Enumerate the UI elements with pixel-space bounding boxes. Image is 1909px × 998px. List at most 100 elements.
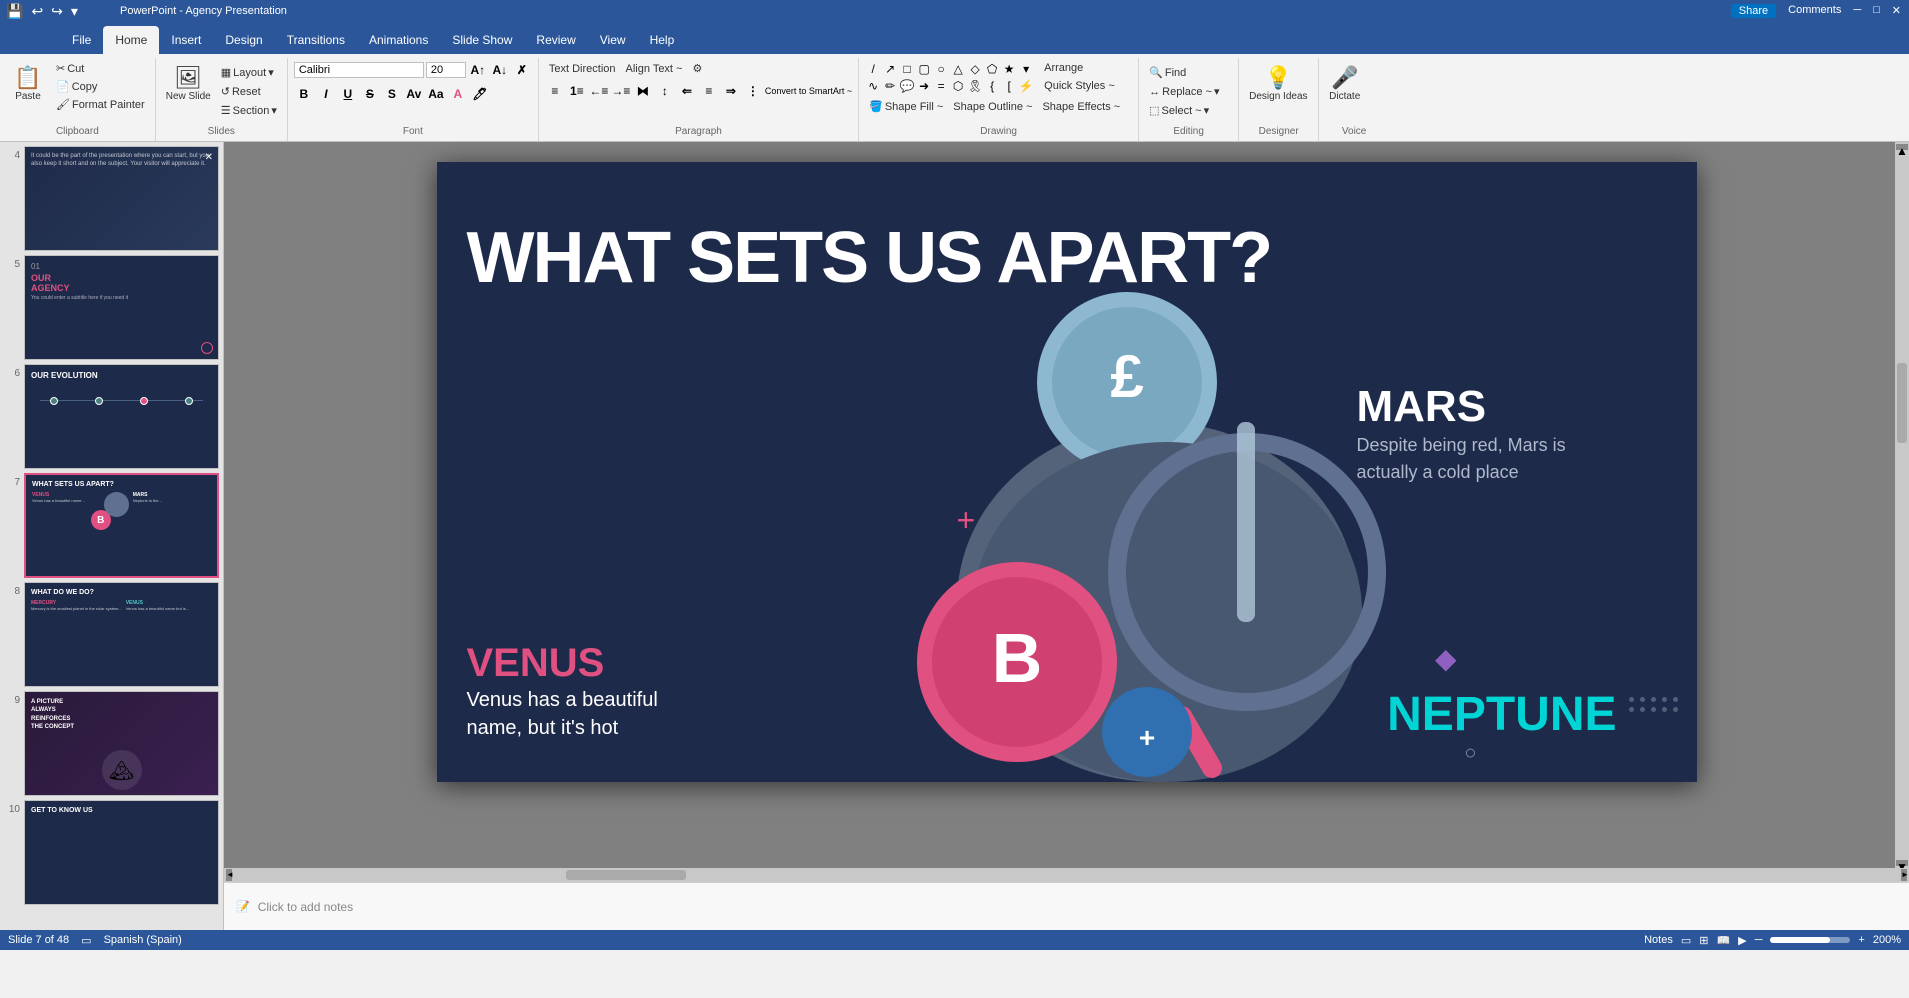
tab-help[interactable]: Help [638, 26, 687, 54]
shape-curve[interactable]: ∿ [865, 78, 881, 94]
decrease-font-button[interactable]: A↓ [490, 60, 510, 80]
scroll-thumb[interactable] [1897, 363, 1907, 443]
change-case-button[interactable]: Aa [426, 84, 446, 104]
convert-smartart-label[interactable]: Convert to SmartArt ~ [765, 86, 852, 96]
align-text-button[interactable]: Align Text ~ [622, 61, 687, 77]
scroll-track[interactable] [1896, 150, 1908, 860]
tab-insert[interactable]: Insert [159, 26, 213, 54]
reading-view-button[interactable]: 📖 [1716, 934, 1730, 947]
zoom-in-button[interactable]: + [1858, 934, 1864, 946]
hscroll-thumb[interactable] [566, 870, 686, 880]
slide-thumb-10[interactable]: 10 GET TO KNOW US [4, 800, 219, 905]
maximize-button[interactable]: □ [1873, 4, 1880, 18]
highlight-button[interactable]: 🖊 [470, 84, 490, 104]
shape-action[interactable]: ⚡ [1018, 78, 1034, 94]
scroll-right-arrow[interactable]: ► [1901, 869, 1907, 881]
shape-effects-button[interactable]: Shape Effects ~ [1038, 99, 1124, 115]
align-center-button[interactable]: ≡ [699, 81, 719, 101]
slide-thumb-7[interactable]: 7 WHAT SETS US APART? VENUS Venus has a … [4, 473, 219, 578]
tab-review[interactable]: Review [524, 26, 587, 54]
font-name-input[interactable] [294, 62, 424, 78]
scroll-down-arrow[interactable]: ▼ [1896, 860, 1908, 866]
notes-area[interactable]: 📝 Click to add notes [224, 882, 1909, 930]
horizontal-scrollbar[interactable]: ◄ ► [224, 868, 1909, 882]
align-right-button[interactable]: ⇒ [721, 81, 741, 101]
shape-outline-button[interactable]: Shape Outline ~ [949, 99, 1036, 115]
strikethrough-button[interactable]: S [360, 84, 380, 104]
slide-thumb-6[interactable]: 6 OUR EVOLUTION [4, 364, 219, 469]
shape-ribbon[interactable]: 🎗 [967, 78, 983, 94]
copy-button[interactable]: 📄 Copy [52, 78, 149, 95]
shape-oval[interactable]: ○ [933, 61, 949, 77]
layout-button[interactable]: ▦ Layout ▾ [217, 64, 281, 81]
slide-thumb-8[interactable]: 8 WHAT DO WE DO? MERCURY Mercury is the … [4, 582, 219, 687]
slide-sorter-button[interactable]: ⊞ [1699, 934, 1708, 947]
shape-rounded-rect[interactable]: ▢ [916, 61, 932, 77]
share-button[interactable]: Share [1731, 4, 1776, 18]
normal-view-button[interactable]: ▭ [1681, 934, 1691, 947]
cut-button[interactable]: ✂ Cut [52, 60, 149, 77]
save-icon[interactable]: 💾 [4, 1, 25, 22]
section-button[interactable]: ☰ Section ▾ [217, 102, 281, 119]
increase-font-button[interactable]: A↑ [468, 60, 488, 80]
dictate-button[interactable]: 🎤 Dictate [1325, 60, 1364, 108]
shape-more[interactable]: ▾ [1018, 61, 1034, 77]
undo-icon[interactable]: ↩ [29, 1, 45, 22]
tab-transitions[interactable]: Transitions [275, 26, 357, 54]
shape-block-arrow[interactable]: ➜ [916, 78, 932, 94]
minimize-button[interactable]: ─ [1853, 4, 1861, 18]
underline-button[interactable]: U [338, 84, 358, 104]
font-size-input[interactable] [426, 62, 466, 78]
shape-pentagon[interactable]: ⬠ [984, 61, 1000, 77]
shape-bracket[interactable]: [ [1001, 78, 1017, 94]
align-left-button[interactable]: ⇐ [677, 81, 697, 101]
tab-animations[interactable]: Animations [357, 26, 440, 54]
text-shadow-button[interactable]: S [382, 84, 402, 104]
find-button[interactable]: 🔍 Find [1145, 64, 1190, 81]
quick-styles-button[interactable]: Quick Styles ~ [1040, 78, 1119, 94]
shape-diamond[interactable]: ◇ [967, 61, 983, 77]
shape-brace[interactable]: { [984, 78, 1000, 94]
hscroll-track[interactable] [232, 870, 1901, 880]
customize-icon[interactable]: ▾ [69, 1, 80, 22]
decrease-indent-button[interactable]: ←≡ [589, 81, 609, 101]
tab-view[interactable]: View [588, 26, 638, 54]
slide-list[interactable]: 4 ✕ It could be the part of the presenta… [0, 142, 223, 930]
tab-slideshow[interactable]: Slide Show [440, 26, 524, 54]
reset-button[interactable]: ↺ Reset [217, 83, 281, 100]
select-button[interactable]: ⬚ Select ~ ▾ [1145, 102, 1213, 119]
shape-arrow[interactable]: ↗ [882, 61, 898, 77]
comments-button[interactable]: Comments [1788, 4, 1841, 18]
justify-button[interactable]: ⋮ [743, 81, 763, 101]
vertical-scrollbar[interactable]: ▲ ▼ [1895, 142, 1909, 868]
increase-indent-button[interactable]: →≡ [611, 81, 631, 101]
line-spacing-button[interactable]: ↕ [655, 81, 675, 101]
slide-thumb-5[interactable]: 5 01 OURAGENCY You could enter a subtitl… [4, 255, 219, 360]
slide-4-close[interactable]: ✕ [205, 152, 213, 163]
slide-thumb-4[interactable]: 4 ✕ It could be the part of the presenta… [4, 146, 219, 251]
clear-format-button[interactable]: ✗ [512, 60, 532, 80]
bullets-button[interactable]: ≡ [545, 81, 565, 101]
shape-rect[interactable]: □ [899, 61, 915, 77]
slide-thumb-9[interactable]: 9 A PICTUREALWAYSREINFORCESTHE CONCEPT 🏔 [4, 691, 219, 796]
redo-icon[interactable]: ↪ [49, 1, 65, 22]
italic-button[interactable]: I [316, 84, 336, 104]
shape-triangle[interactable]: △ [950, 61, 966, 77]
convert-smartart-button[interactable]: ⚙ [688, 60, 706, 77]
slideshow-button[interactable]: ▶ [1738, 934, 1746, 947]
canvas-scroll-area[interactable]: WHAT SETS US APART? VENUS Venus has a be… [224, 142, 1909, 868]
zoom-out-button[interactable]: ─ [1755, 934, 1763, 946]
shape-fill-button[interactable]: 🪣 Shape Fill ~ [865, 98, 947, 115]
close-button[interactable]: ✕ [1892, 4, 1901, 18]
shape-star[interactable]: ★ [1001, 61, 1017, 77]
font-color-button[interactable]: A [448, 84, 468, 104]
numbering-button[interactable]: 1≡ [567, 81, 587, 101]
text-direction-button[interactable]: Text Direction [545, 61, 620, 77]
zoom-slider[interactable] [1770, 937, 1850, 943]
character-spacing-button[interactable]: Av [404, 84, 424, 104]
shape-freeform[interactable]: ✏ [882, 78, 898, 94]
replace-button[interactable]: ↔ Replace ~ ▾ [1145, 83, 1223, 100]
shape-line[interactable]: / [865, 61, 881, 77]
shape-equation[interactable]: = [933, 78, 949, 94]
main-slide[interactable]: WHAT SETS US APART? VENUS Venus has a be… [437, 162, 1697, 782]
